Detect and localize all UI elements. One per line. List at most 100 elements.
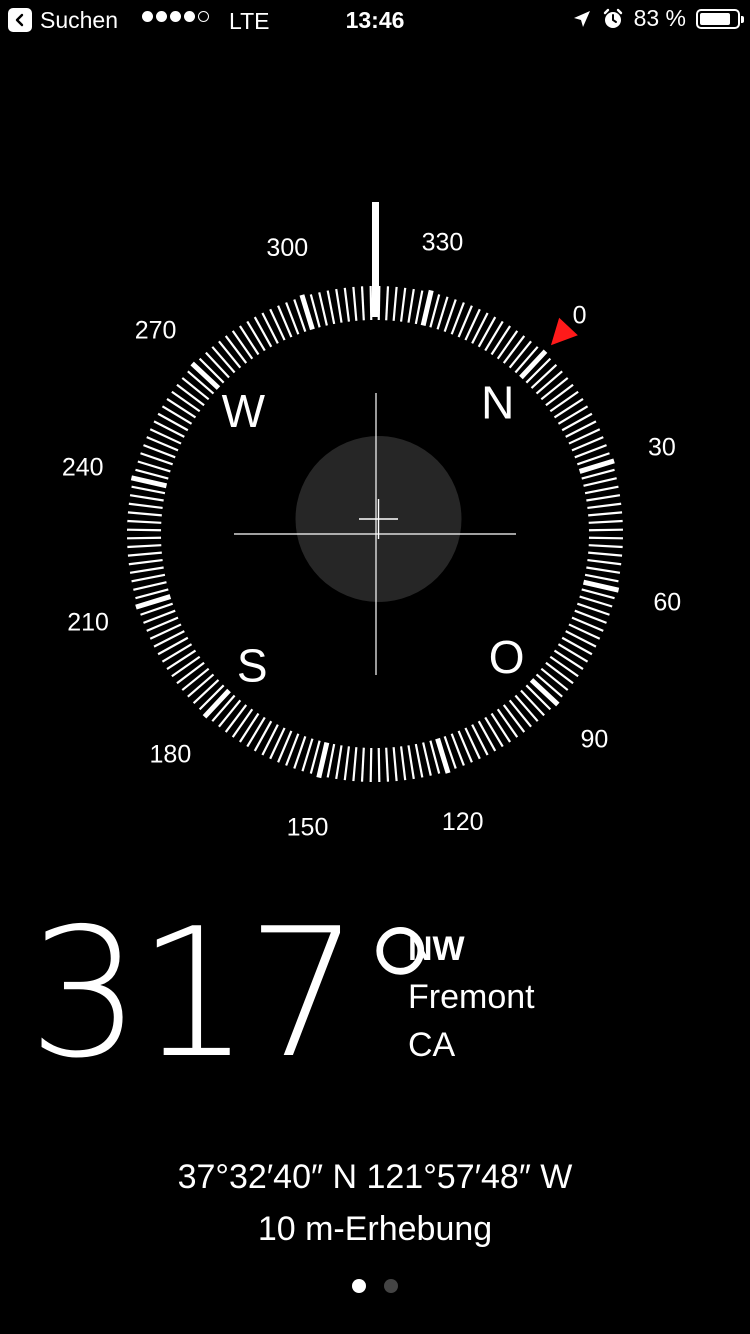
minor-tick [127, 536, 162, 540]
minor-tick [128, 558, 163, 566]
minor-tick [326, 743, 336, 778]
cardinal-label-east: O [489, 631, 525, 683]
minor-tick [549, 390, 579, 413]
minor-tick [352, 286, 358, 321]
cardinal-label-north: N [481, 376, 514, 428]
minor-tick [471, 312, 489, 344]
minor-tick [171, 390, 201, 413]
minor-tick [218, 340, 242, 369]
minor-tick [399, 287, 407, 322]
minor-tick [176, 661, 205, 685]
page-indicator[interactable] [0, 1279, 750, 1293]
major-tick [529, 678, 560, 707]
minor-tick [553, 398, 584, 419]
degree-label-60: 60 [653, 588, 681, 616]
major-tick [190, 361, 221, 390]
city-name: Fremont [408, 978, 535, 1016]
minor-tick [553, 649, 584, 670]
minor-tick [171, 655, 201, 678]
minor-tick [587, 502, 622, 510]
location-info: NW Fremont CA [408, 925, 535, 1069]
minor-tick [326, 290, 336, 325]
minor-tick [352, 747, 358, 782]
minor-tick [385, 747, 390, 782]
heading-line [372, 202, 379, 317]
minor-tick [565, 420, 597, 438]
minor-tick [205, 351, 230, 379]
minor-tick [557, 643, 589, 663]
minor-tick [246, 320, 266, 352]
page-dot[interactable] [352, 1279, 366, 1293]
degree-label-270: 270 [135, 316, 177, 344]
minor-tick [128, 502, 163, 510]
minor-tick [584, 485, 619, 495]
minor-tick [360, 286, 365, 321]
minor-tick [540, 667, 569, 691]
compass-dial[interactable]: 0 30 60 90 120 150 180 210 240 270 300 330 N O S W [0, 0, 750, 1334]
major-tick [202, 688, 231, 719]
minor-tick [502, 704, 526, 733]
cardinal-label-west: W [222, 385, 266, 437]
minor-tick [535, 370, 563, 395]
degree-label-210: 210 [67, 609, 109, 637]
minor-tick [484, 320, 504, 352]
minor-tick [392, 747, 398, 782]
minor-tick [369, 286, 373, 321]
minor-tick [407, 745, 415, 780]
minor-tick [231, 330, 254, 360]
minor-tick [392, 286, 398, 321]
minor-tick [586, 494, 621, 502]
minor-tick [414, 290, 424, 325]
minor-tick [166, 649, 197, 670]
degree-label-330: 330 [422, 229, 464, 257]
minor-tick [129, 494, 164, 502]
minor-tick [490, 712, 511, 743]
minor-tick [239, 712, 260, 743]
minor-tick [157, 412, 189, 432]
degree-label-120: 120 [442, 808, 484, 836]
minor-tick [218, 699, 242, 728]
minor-tick [131, 485, 166, 495]
minor-tick [502, 335, 526, 364]
minor-tick [253, 720, 273, 752]
minor-tick [335, 288, 343, 323]
minor-tick [588, 528, 623, 532]
minor-tick [407, 288, 415, 323]
minor-tick [153, 420, 185, 438]
page-dot[interactable] [384, 1279, 398, 1293]
minor-tick [477, 720, 497, 752]
minor-tick [377, 747, 381, 782]
minor-tick [588, 519, 623, 524]
minor-tick [484, 716, 504, 748]
minor-tick [133, 581, 167, 591]
minor-tick [343, 287, 351, 322]
minor-tick [588, 551, 623, 557]
cardinal-label-south: S [237, 640, 268, 692]
minor-tick [161, 643, 193, 663]
minor-tick [530, 364, 558, 389]
degree-label-150: 150 [287, 813, 329, 841]
degree-label-300: 300 [266, 234, 308, 262]
minor-tick [583, 477, 617, 487]
minor-tick [471, 724, 489, 756]
degree-label-30: 30 [648, 433, 676, 461]
minor-tick [231, 708, 254, 738]
elevation-text: 10 m-Erhebung [257, 1210, 493, 1248]
minor-tick [508, 340, 532, 369]
minor-tick [399, 746, 407, 781]
degree-label-0: 0 [573, 302, 587, 330]
minor-tick [584, 573, 619, 583]
minor-tick [224, 335, 248, 364]
minor-tick [211, 346, 236, 374]
minor-tick [129, 566, 164, 574]
minor-tick [261, 312, 279, 344]
minor-tick [385, 286, 390, 321]
degree-label-180: 180 [150, 740, 192, 768]
minor-tick [192, 679, 220, 704]
minor-tick [520, 689, 545, 717]
minor-tick [588, 536, 623, 540]
minor-tick [360, 747, 365, 782]
minor-tick [318, 292, 328, 326]
region-name: CA [408, 1026, 456, 1064]
minor-tick [127, 519, 162, 524]
